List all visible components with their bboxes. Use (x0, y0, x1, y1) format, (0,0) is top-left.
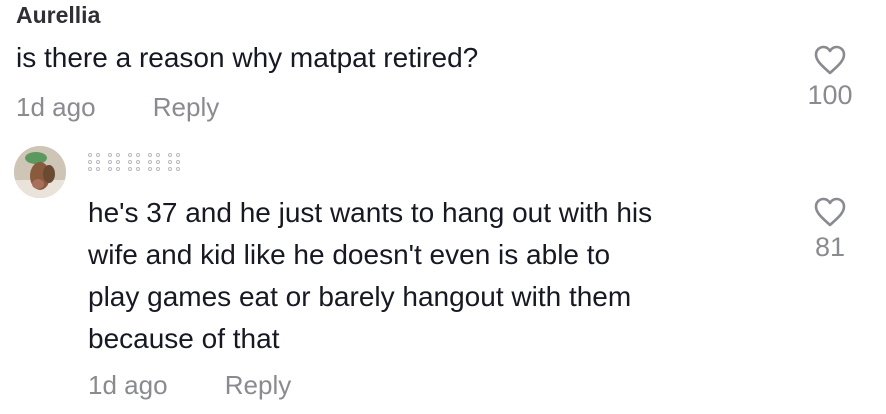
comment-time: 1d ago (16, 92, 96, 122)
comment-line: he's 37 and he just wants to hang out wi… (88, 197, 653, 228)
comment-text: is there a reason why matpat retired? (16, 42, 479, 73)
like-button[interactable]: 81 (796, 196, 864, 263)
comment-meta: 1d ago Reply (16, 92, 219, 123)
like-button[interactable]: 100 (796, 44, 864, 111)
hidden-username (88, 153, 180, 171)
comment-text: he's 37 and he just wants to hang out wi… (88, 192, 778, 360)
comment-line: play games eat or barely hangout with th… (88, 281, 632, 312)
comment-username[interactable]: Aurellia (16, 2, 100, 29)
heart-outline-icon[interactable] (813, 44, 847, 76)
heart-outline-icon[interactable] (813, 196, 847, 228)
like-count: 81 (814, 232, 846, 262)
avatar[interactable] (14, 146, 66, 198)
reply-button[interactable]: Reply (153, 92, 219, 123)
comment-time: 1d ago (88, 370, 168, 400)
comment-line: because of that (88, 323, 280, 354)
reply-button[interactable]: Reply (225, 370, 291, 401)
like-count: 100 (807, 80, 853, 110)
comment-meta: 1d ago Reply (88, 370, 291, 401)
comment-line: wife and kid like he doesn't even is abl… (88, 239, 611, 270)
